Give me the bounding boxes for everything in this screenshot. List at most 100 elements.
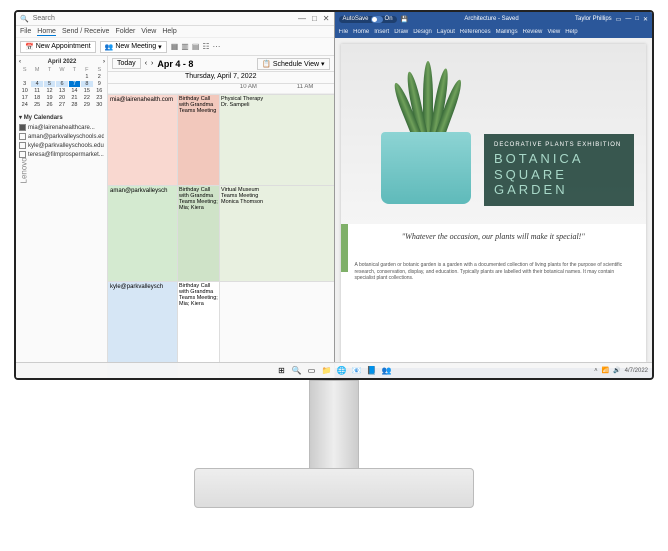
ribbon-draw[interactable]: Draw: [394, 29, 408, 35]
word-document[interactable]: DECORATIVE PLANTS EXHIBITION BOTANICA SQ…: [341, 44, 647, 362]
schedule-event[interactable]: Birthday Call with GrandmaTeams Meeting;…: [178, 185, 220, 282]
mini-cal-day[interactable]: 4: [31, 81, 42, 87]
schedule-person[interactable]: aman@parkvalleysch: [108, 185, 178, 282]
save-icon[interactable]: 💾: [401, 16, 408, 23]
minimize-button[interactable]: —: [298, 14, 306, 23]
menu-help[interactable]: Help: [162, 28, 176, 35]
schedule-free[interactable]: Physical TherapyDr. Sampeli: [220, 94, 334, 185]
ribbon-references[interactable]: References: [460, 29, 491, 35]
mini-cal-day[interactable]: 12: [44, 88, 55, 94]
schedule-free[interactable]: Virtual MuseumTeams MeetingMonica Thomso…: [220, 185, 334, 282]
explorer-icon[interactable]: 📁: [322, 366, 332, 376]
teams-icon[interactable]: 👥: [382, 366, 392, 376]
calendar-item[interactable]: teresa@filmprospermarket...: [19, 150, 104, 159]
mini-cal-day[interactable]: 25: [31, 102, 42, 108]
calendar-item[interactable]: mia@lairenahealthcare...: [19, 123, 104, 132]
menu-file[interactable]: File: [20, 28, 31, 35]
mini-cal-day[interactable]: 27: [56, 102, 67, 108]
mini-cal-day[interactable]: 28: [69, 102, 80, 108]
ribbon-file[interactable]: File: [339, 29, 349, 35]
word-icon[interactable]: 📘: [367, 366, 377, 376]
ribbon-design[interactable]: Design: [413, 29, 432, 35]
mini-cal-day[interactable]: 5: [44, 81, 55, 87]
mini-cal-day[interactable]: [31, 74, 42, 80]
outlook-icon[interactable]: 📧: [352, 366, 362, 376]
search-icon[interactable]: 🔍: [292, 366, 302, 376]
autosave-toggle[interactable]: AutoSave On: [339, 16, 397, 23]
checkbox-icon[interactable]: [19, 133, 26, 140]
start-icon[interactable]: ⊞: [277, 366, 287, 376]
ribbon-layout[interactable]: Layout: [437, 29, 455, 35]
user-label[interactable]: Taylor Phillips: [575, 16, 612, 22]
ribbon-mailings[interactable]: Mailings: [496, 29, 518, 35]
ribbon-home[interactable]: Home: [353, 29, 369, 35]
checkbox-icon[interactable]: [19, 124, 26, 131]
menu-view[interactable]: View: [141, 28, 156, 35]
mini-cal-day[interactable]: [56, 74, 67, 80]
mini-cal-day[interactable]: 14: [69, 88, 80, 94]
ribbon-view[interactable]: View: [547, 29, 560, 35]
calendar-item[interactable]: aman@parkvalleyschools.edu: [19, 132, 104, 141]
mini-cal-day[interactable]: 9: [94, 81, 105, 87]
task-view-icon[interactable]: ▭: [307, 366, 317, 376]
mini-cal-day[interactable]: [69, 74, 80, 80]
schedule-person[interactable]: mia@lairenahealth.com: [108, 94, 178, 185]
menu-sendreceive[interactable]: Send / Receive: [62, 28, 109, 35]
next-icon[interactable]: ›: [151, 60, 153, 67]
week-view-icon[interactable]: ▥: [181, 42, 189, 51]
schedule-grid[interactable]: mia@lairenahealth.comBirthday Call with …: [108, 94, 334, 378]
mini-cal-day[interactable]: 21: [69, 95, 80, 101]
mini-calendar[interactable]: ‹April 2022› SMTWTFS12345678910111213141…: [19, 59, 105, 108]
month-view-icon[interactable]: ▤: [192, 42, 200, 51]
prev-month-icon[interactable]: ‹: [19, 59, 21, 65]
edge-icon[interactable]: 🌐: [337, 366, 347, 376]
ribbon-review[interactable]: Review: [523, 29, 543, 35]
view-selector[interactable]: 📋 Schedule View ▾: [257, 58, 329, 70]
next-month-icon[interactable]: ›: [103, 59, 105, 65]
mini-cal-day[interactable]: 3: [19, 81, 30, 87]
new-appointment-button[interactable]: 📅 New Appointment: [20, 41, 96, 53]
document-name[interactable]: Architecture - Saved: [412, 16, 571, 22]
mini-cal-day[interactable]: 22: [81, 95, 92, 101]
volume-icon[interactable]: 🔊: [613, 367, 620, 374]
mini-cal-day[interactable]: 11: [31, 88, 42, 94]
mini-cal-day[interactable]: 16: [94, 88, 105, 94]
calendar-item[interactable]: kyle@parkvalleyschools.edu: [19, 141, 104, 150]
mini-cal-day[interactable]: 10: [19, 88, 30, 94]
mini-cal-day[interactable]: 17: [19, 95, 30, 101]
more-icon[interactable]: ⋯: [213, 42, 221, 51]
mini-cal-day[interactable]: [19, 74, 30, 80]
minimize-button[interactable]: —: [625, 16, 631, 22]
menu-home[interactable]: Home: [37, 28, 56, 36]
mini-cal-day[interactable]: 2: [94, 74, 105, 80]
search-input[interactable]: Search: [33, 15, 294, 22]
schedule-event[interactable]: Birthday Call with GrandmaTeams Meeting: [178, 94, 220, 185]
checkbox-icon[interactable]: [19, 142, 26, 149]
tray-chevron-icon[interactable]: ˄: [594, 368, 598, 374]
mini-cal-day[interactable]: 24: [19, 102, 30, 108]
mini-cal-day[interactable]: 30: [94, 102, 105, 108]
mini-cal-day[interactable]: 19: [44, 95, 55, 101]
maximize-button[interactable]: □: [635, 16, 639, 22]
menu-folder[interactable]: Folder: [115, 28, 135, 35]
mini-cal-day[interactable]: 23: [94, 95, 105, 101]
mini-cal-day[interactable]: 7: [69, 81, 80, 87]
taskbar-date[interactable]: 4/7/2022: [625, 368, 648, 374]
wifi-icon[interactable]: 📶: [602, 367, 609, 374]
mini-cal-day[interactable]: [44, 74, 55, 80]
mini-cal-day[interactable]: 13: [56, 88, 67, 94]
mini-cal-day[interactable]: 8: [81, 81, 92, 87]
mini-cal-day[interactable]: 26: [44, 102, 55, 108]
ribbon-help[interactable]: Help: [565, 29, 577, 35]
prev-icon[interactable]: ‹: [145, 60, 147, 67]
today-button[interactable]: Today: [112, 58, 141, 69]
ribbon-options-icon[interactable]: ▭: [616, 16, 622, 23]
mini-cal-day[interactable]: 18: [31, 95, 42, 101]
ribbon-insert[interactable]: Insert: [374, 29, 389, 35]
my-calendars-label[interactable]: ▾ My Calendars: [19, 114, 104, 121]
day-view-icon[interactable]: ▦: [171, 42, 179, 51]
new-meeting-button[interactable]: 👥 New Meeting ▾: [100, 41, 167, 53]
schedule-view-icon[interactable]: ☷: [202, 42, 209, 51]
mini-cal-day[interactable]: 29: [81, 102, 92, 108]
close-button[interactable]: ✕: [643, 16, 648, 23]
